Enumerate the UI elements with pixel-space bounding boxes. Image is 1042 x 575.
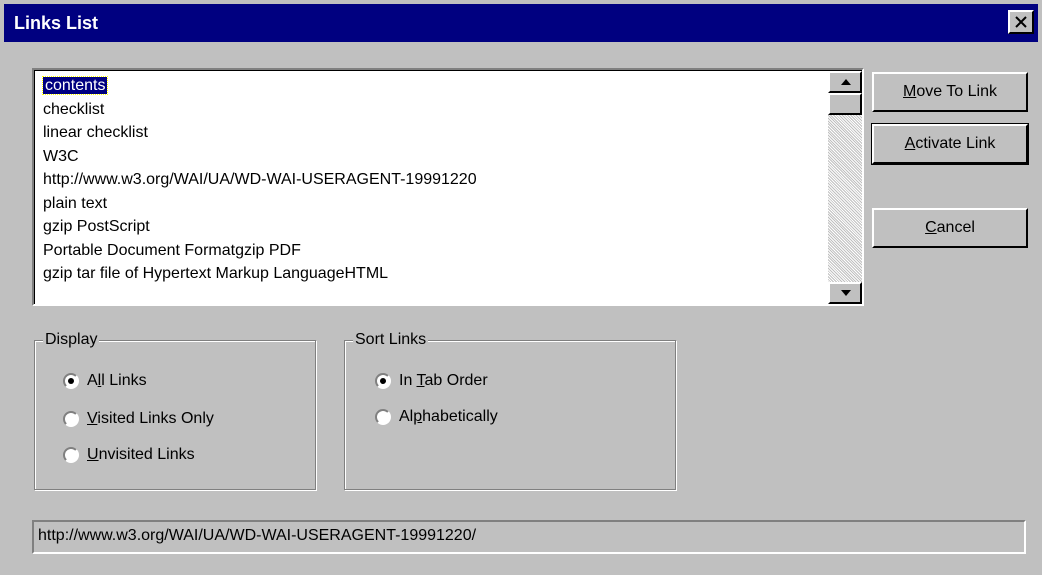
selected-link-url-field: http://www.w3.org/WAI/UA/WD-WAI-USERAGEN… bbox=[32, 520, 1026, 554]
radio-label: Alphabetically bbox=[399, 408, 498, 425]
radio-label: Visited Links Only bbox=[87, 410, 214, 427]
radio-button[interactable] bbox=[63, 411, 79, 427]
list-item[interactable]: checklist bbox=[43, 99, 823, 123]
radio-label: In Tab Order bbox=[399, 372, 488, 389]
window-title: Links List bbox=[14, 13, 99, 33]
radio-label: All Links bbox=[87, 372, 147, 389]
scroll-up-icon bbox=[841, 79, 851, 85]
list-item[interactable]: W3C bbox=[43, 146, 823, 170]
radio-button[interactable] bbox=[375, 373, 391, 389]
display-legend: Display bbox=[43, 330, 100, 350]
list-item[interactable]: gzip PostScript bbox=[43, 216, 823, 240]
links-listbox[interactable]: contents checklist linear checklist W3C … bbox=[32, 68, 864, 306]
list-item[interactable]: contents bbox=[41, 75, 823, 99]
list-item[interactable]: linear checklist bbox=[43, 122, 823, 146]
move-to-link-button[interactable]: Move To Link bbox=[872, 72, 1028, 112]
links-list-dialog: Links List contents checklist linear che… bbox=[0, 0, 1042, 575]
list-item[interactable]: Portable Document Formatgzip PDF bbox=[43, 240, 823, 264]
close-icon bbox=[1015, 16, 1027, 28]
sort-links-group: Sort Links In Tab Order Alphabetically bbox=[344, 330, 676, 490]
list-item[interactable]: http://www.w3.org/WAI/UA/WD-WAI-USERAGEN… bbox=[43, 169, 823, 193]
sort-links-legend: Sort Links bbox=[353, 330, 429, 350]
close-button[interactable] bbox=[1008, 10, 1034, 34]
display-group: Display All Links Visited Links Only Unv… bbox=[34, 330, 316, 490]
radio-button[interactable] bbox=[63, 447, 79, 463]
scroll-down-icon bbox=[841, 290, 851, 296]
radio-label: Unvisited Links bbox=[87, 446, 195, 463]
scroll-up-button[interactable] bbox=[828, 71, 862, 93]
list-scrollbar[interactable] bbox=[828, 71, 862, 304]
cancel-button[interactable]: Cancel bbox=[872, 208, 1028, 248]
scroll-down-button[interactable] bbox=[828, 282, 862, 304]
radio-button[interactable] bbox=[375, 409, 391, 425]
links-list: contents checklist linear checklist W3C … bbox=[41, 75, 823, 287]
radio-button[interactable] bbox=[63, 373, 79, 389]
title-bar[interactable]: Links List bbox=[4, 4, 1038, 42]
list-item[interactable]: plain text bbox=[43, 193, 823, 217]
scroll-thumb[interactable] bbox=[828, 93, 862, 115]
activate-link-button[interactable]: Activate Link bbox=[871, 123, 1029, 165]
list-item[interactable]: gzip tar file of Hypertext Markup Langua… bbox=[43, 263, 823, 287]
